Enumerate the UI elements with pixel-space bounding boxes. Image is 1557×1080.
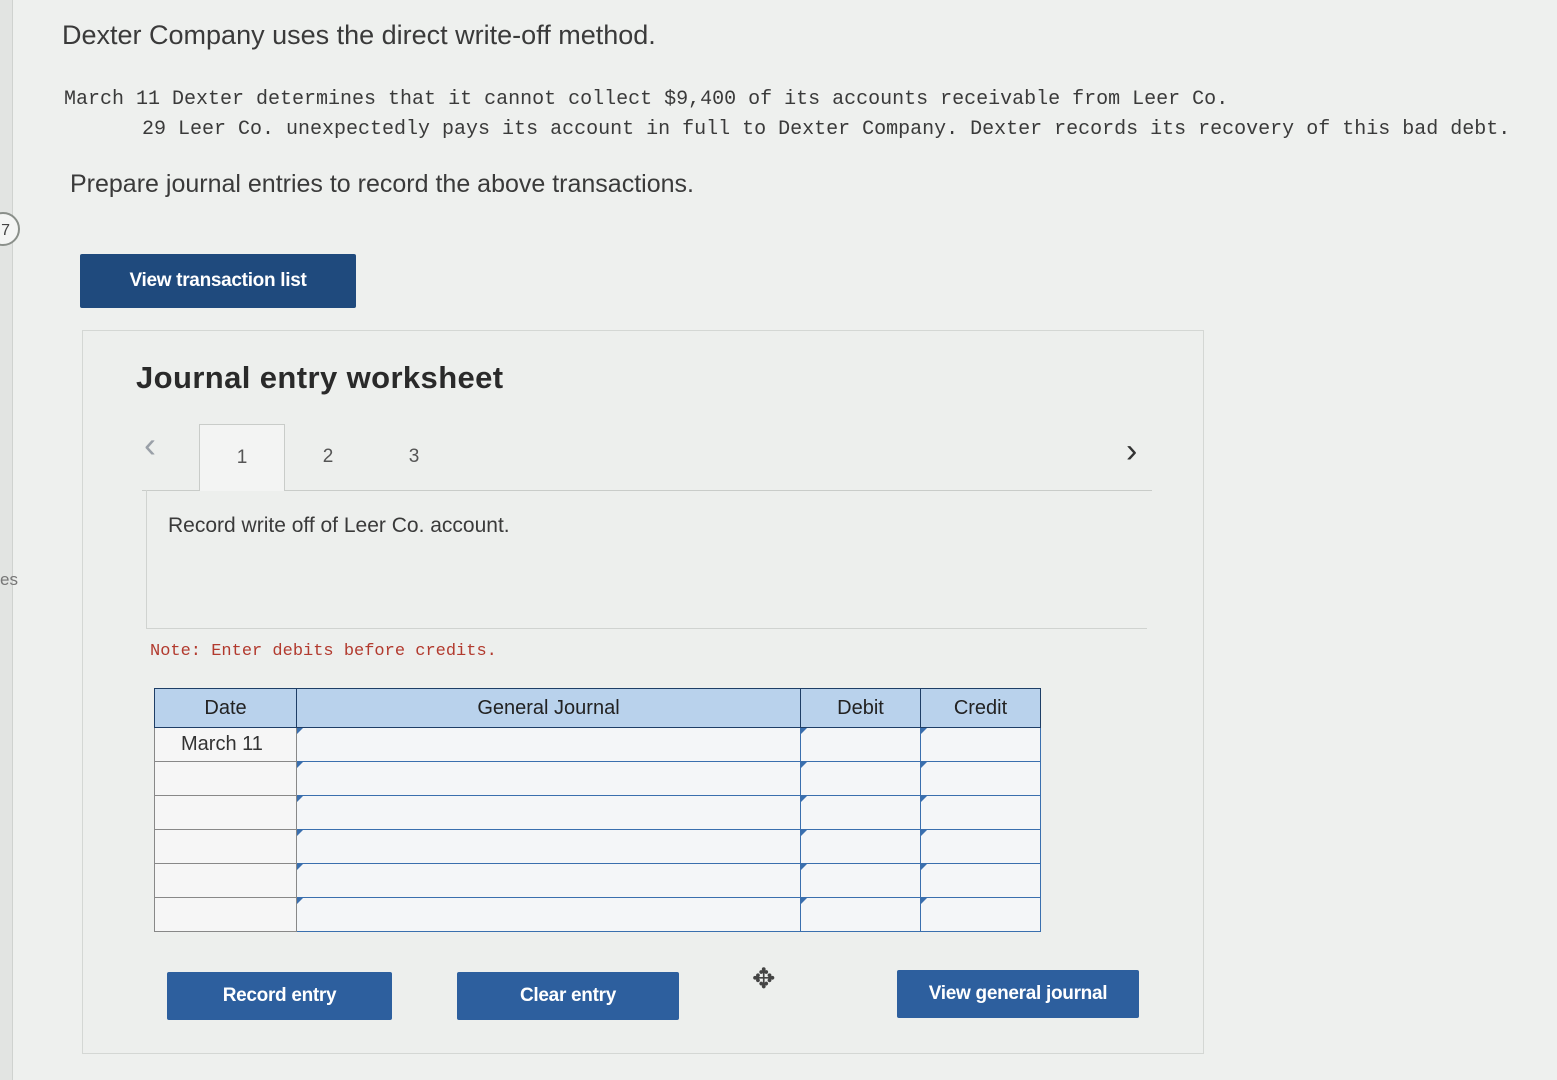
entry-instruction: Record write off of Leer Co. account.: [168, 514, 510, 537]
journal-row: [154, 829, 1041, 864]
record-entry-button[interactable]: Record entry: [167, 972, 392, 1020]
chevron-right-icon[interactable]: ›: [1126, 432, 1137, 471]
debits-credits-note: Note: Enter debits before credits.: [150, 642, 497, 661]
account-select[interactable]: [296, 727, 801, 762]
view-general-journal-button[interactable]: View general journal: [897, 970, 1139, 1018]
column-header-debit: Debit: [800, 688, 921, 728]
date-cell: [154, 829, 297, 864]
column-header-general-journal: General Journal: [296, 688, 801, 728]
account-select[interactable]: [296, 795, 801, 830]
date-cell: [154, 863, 297, 898]
credit-input[interactable]: [920, 761, 1041, 796]
mouse-cursor-icon: ✥: [752, 963, 776, 994]
tab-1[interactable]: 1: [199, 424, 285, 491]
column-header-date: Date: [154, 688, 297, 728]
tab-3[interactable]: 3: [371, 424, 457, 490]
date-cell: [154, 795, 297, 830]
date-cell: March 11: [154, 727, 297, 762]
journal-row: [154, 761, 1041, 796]
debit-input[interactable]: [800, 897, 921, 932]
entry-instruction-box: [146, 490, 1147, 629]
transaction-line-2: 29 Leer Co. unexpectedly pays its accoun…: [142, 118, 1511, 141]
credit-input[interactable]: [920, 829, 1041, 864]
account-select[interactable]: [296, 897, 801, 932]
chevron-left-icon[interactable]: ‹: [144, 424, 156, 466]
credit-input[interactable]: [920, 727, 1041, 762]
account-select[interactable]: [296, 829, 801, 864]
journal-row: [154, 897, 1041, 932]
debit-input[interactable]: [800, 761, 921, 796]
transaction-line-1: March 11 Dexter determines that it canno…: [64, 88, 1229, 111]
tab-2[interactable]: 2: [285, 424, 371, 490]
journal-table: Date General Journal Debit Credit March …: [154, 688, 1041, 932]
worksheet-title: Journal entry worksheet: [136, 360, 504, 395]
question-number-badge[interactable]: 7: [0, 212, 20, 246]
debit-input[interactable]: [800, 727, 921, 762]
date-cell: [154, 761, 297, 796]
account-select[interactable]: [296, 863, 801, 898]
left-edge-strip: [0, 0, 13, 1080]
debit-input[interactable]: [800, 829, 921, 864]
journal-row: March 11: [154, 727, 1041, 762]
debit-input[interactable]: [800, 795, 921, 830]
credit-input[interactable]: [920, 897, 1041, 932]
journal-row: [154, 863, 1041, 898]
date-cell: [154, 897, 297, 932]
credit-input[interactable]: [920, 795, 1041, 830]
journal-header-row: Date General Journal Debit Credit: [154, 688, 1041, 728]
left-edge-fragment: es: [0, 570, 18, 589]
column-header-credit: Credit: [920, 688, 1041, 728]
view-transaction-list-button[interactable]: View transaction list: [80, 254, 356, 308]
problem-intro: Dexter Company uses the direct write-off…: [62, 20, 656, 50]
account-select[interactable]: [296, 761, 801, 796]
problem-instruction: Prepare journal entries to record the ab…: [70, 170, 694, 198]
credit-input[interactable]: [920, 863, 1041, 898]
debit-input[interactable]: [800, 863, 921, 898]
clear-entry-button[interactable]: Clear entry: [457, 972, 679, 1020]
journal-row: [154, 795, 1041, 830]
